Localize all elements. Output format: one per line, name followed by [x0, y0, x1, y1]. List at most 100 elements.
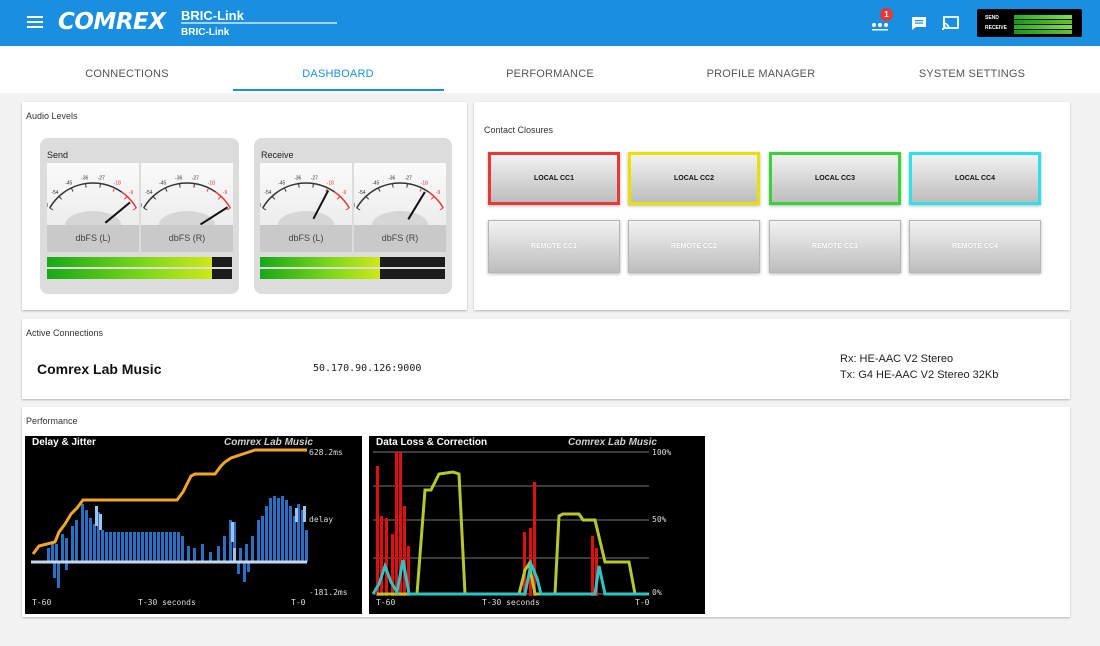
svg-text:-9: -9 — [129, 190, 134, 196]
cast-icon[interactable] — [940, 12, 962, 34]
svg-text:-27: -27 — [192, 176, 199, 182]
svg-text:-9: -9 — [223, 190, 228, 196]
loss-graph-source: Comrex Lab Music — [568, 437, 657, 448]
loss-gridlines — [373, 451, 649, 595]
send-right-caption: dbFS (R) — [141, 225, 233, 252]
mini-level-meter[interactable]: SEND RECEIVE — [977, 9, 1082, 37]
mini-meter-receive-bar-2 — [1014, 30, 1072, 34]
receive-vu-panel: Receive -63-54-45-36-27-18-90 dbFS (L) -… — [254, 138, 452, 294]
local-cc2-button[interactable]: LOCAL CC2 — [628, 152, 760, 205]
tab-profile-manager[interactable]: PROFILE MANAGER — [707, 68, 816, 80]
svg-text:-63: -63 — [354, 203, 355, 209]
tx-codec: Tx: G4 HE-AAC V2 Stereo 32Kb — [840, 369, 999, 381]
send-label: Send — [47, 150, 69, 160]
tab-performance[interactable]: PERFORMANCE — [506, 68, 594, 80]
loss-y-0: 0% — [652, 588, 662, 597]
svg-text:-54: -54 — [51, 190, 58, 196]
svg-text:-54: -54 — [145, 190, 152, 196]
svg-text:-63: -63 — [47, 203, 48, 209]
connection-address: 50.170.90.126:9000 — [313, 363, 422, 374]
tab-connections[interactable]: CONNECTIONS — [85, 68, 168, 80]
title-underline — [181, 22, 337, 24]
receive-level-fill-right — [260, 269, 381, 279]
delay-min-label: -181.2ms — [309, 588, 348, 597]
mini-meter-receive-bar — [1014, 25, 1072, 29]
chat-icon[interactable] — [908, 12, 930, 34]
delay-x-mid: T-30 seconds — [138, 598, 196, 607]
receive-level-fill-left — [260, 257, 381, 267]
data-loss-graph: Data Loss & Correction Comrex Lab Music … — [369, 436, 705, 614]
svg-text:-45: -45 — [159, 181, 166, 187]
send-level-bar-right — [47, 269, 232, 279]
delay-graph-title: Delay & Jitter — [32, 437, 96, 448]
loss-x-start: T-60 — [376, 598, 396, 607]
local-cc4-button[interactable]: LOCAL CC4 — [909, 152, 1041, 205]
svg-text:-45: -45 — [372, 181, 379, 187]
receive-left-meter: -63-54-45-36-27-18-90 dbFS (L) — [260, 163, 352, 252]
active-tab-indicator — [233, 89, 444, 91]
hamburger-menu-icon[interactable] — [27, 16, 43, 30]
main-tabs: CONNECTIONS DASHBOARD PERFORMANCE PROFIL… — [0, 46, 1100, 93]
delay-mid-label: delay — [309, 515, 334, 524]
svg-text:-36: -36 — [294, 176, 301, 182]
receive-left-caption: dbFS (L) — [260, 225, 352, 252]
send-level-bar-left — [47, 257, 232, 267]
svg-text:-9: -9 — [436, 190, 441, 196]
performance-title: Performance — [26, 416, 78, 426]
local-cc1-button[interactable]: LOCAL CC1 — [488, 152, 620, 205]
svg-text:-36: -36 — [388, 176, 395, 182]
svg-text:-18: -18 — [208, 181, 215, 187]
remote-cc4-button: REMOTE CC4 — [909, 220, 1041, 273]
send-level-fill-right — [47, 269, 212, 279]
mini-meter-send-bar — [1014, 15, 1072, 19]
local-cc3-button[interactable]: LOCAL CC3 — [769, 152, 901, 205]
tab-system-settings[interactable]: SYSTEM SETTINGS — [919, 68, 1025, 80]
send-level-fill-left — [47, 257, 212, 267]
delay-x-start: T-60 — [32, 598, 52, 607]
svg-text:-54: -54 — [264, 190, 271, 196]
device-subtitle: BRIC-Link — [181, 27, 230, 38]
loss-x-mid: T-30 seconds — [482, 598, 540, 607]
active-connections-title: Active Connections — [26, 328, 104, 338]
svg-text:-18: -18 — [327, 181, 334, 187]
svg-text:-36: -36 — [175, 176, 182, 182]
top-app-bar: COMREX BRIC-Link BRIC-Link 1 SEND RECEIV… — [0, 0, 1100, 46]
mini-meter-receive-label: RECEIVE — [985, 25, 1007, 31]
rx-codec: Rx: HE-AAC V2 Stereo — [840, 353, 954, 365]
receive-right-scale: -63-54-45-36-27-18-90 — [354, 176, 444, 225]
jitter-bars — [47, 496, 308, 588]
remote-cc1-button: REMOTE CC1 — [488, 220, 620, 273]
svg-text:-27: -27 — [98, 176, 105, 182]
delay-max-label: 628.2ms — [309, 448, 343, 457]
svg-text:-27: -27 — [405, 176, 412, 182]
send-left-meter: -63-54-45-36-27-18-90 dbFS (L) — [47, 163, 139, 252]
delay-jitter-graph: Delay & Jitter Comrex Lab Music 628.2ms … — [25, 436, 362, 614]
send-left-caption: dbFS (L) — [47, 225, 139, 252]
receive-right-meter: -63-54-45-36-27-18-90 dbFS (R) — [354, 163, 446, 252]
send-right-meter: -63-54-45-36-27-18-90 dbFS (R) — [141, 163, 233, 252]
svg-text:-45: -45 — [278, 181, 285, 187]
send-vu-panel: Send -63-54-45-36-27-18-90 dbFS (L) -63-… — [40, 138, 239, 294]
loss-y-100: 100% — [652, 448, 672, 457]
connection-name[interactable]: Comrex Lab Music — [37, 361, 161, 377]
remote-cc2-button: REMOTE CC2 — [628, 220, 760, 273]
svg-text:-18: -18 — [114, 181, 121, 187]
remote-cc3-button: REMOTE CC3 — [769, 220, 901, 273]
audio-levels-title: Audio Levels — [26, 111, 78, 121]
svg-text:-9: -9 — [342, 190, 347, 196]
send-left-scale: -63-54-45-36-27-18-90 — [47, 176, 137, 225]
receive-label: Receive — [261, 150, 294, 160]
svg-text:-27: -27 — [311, 176, 318, 182]
loss-y-50: 50% — [652, 515, 667, 524]
mini-meter-send-label: SEND — [985, 15, 999, 21]
loss-trace — [371, 558, 649, 597]
comrex-logo: COMREX — [58, 9, 166, 35]
delay-x-end: T-0 — [291, 598, 306, 607]
svg-text:-36: -36 — [81, 176, 88, 182]
tab-dashboard[interactable]: DASHBOARD — [302, 68, 373, 80]
loss-x-end: T-0 — [635, 598, 650, 607]
svg-text:-54: -54 — [358, 190, 365, 196]
delay-graph-source: Comrex Lab Music — [224, 437, 313, 448]
device-title: BRIC-Link — [181, 8, 244, 23]
notification-badge: 1 — [880, 8, 893, 21]
